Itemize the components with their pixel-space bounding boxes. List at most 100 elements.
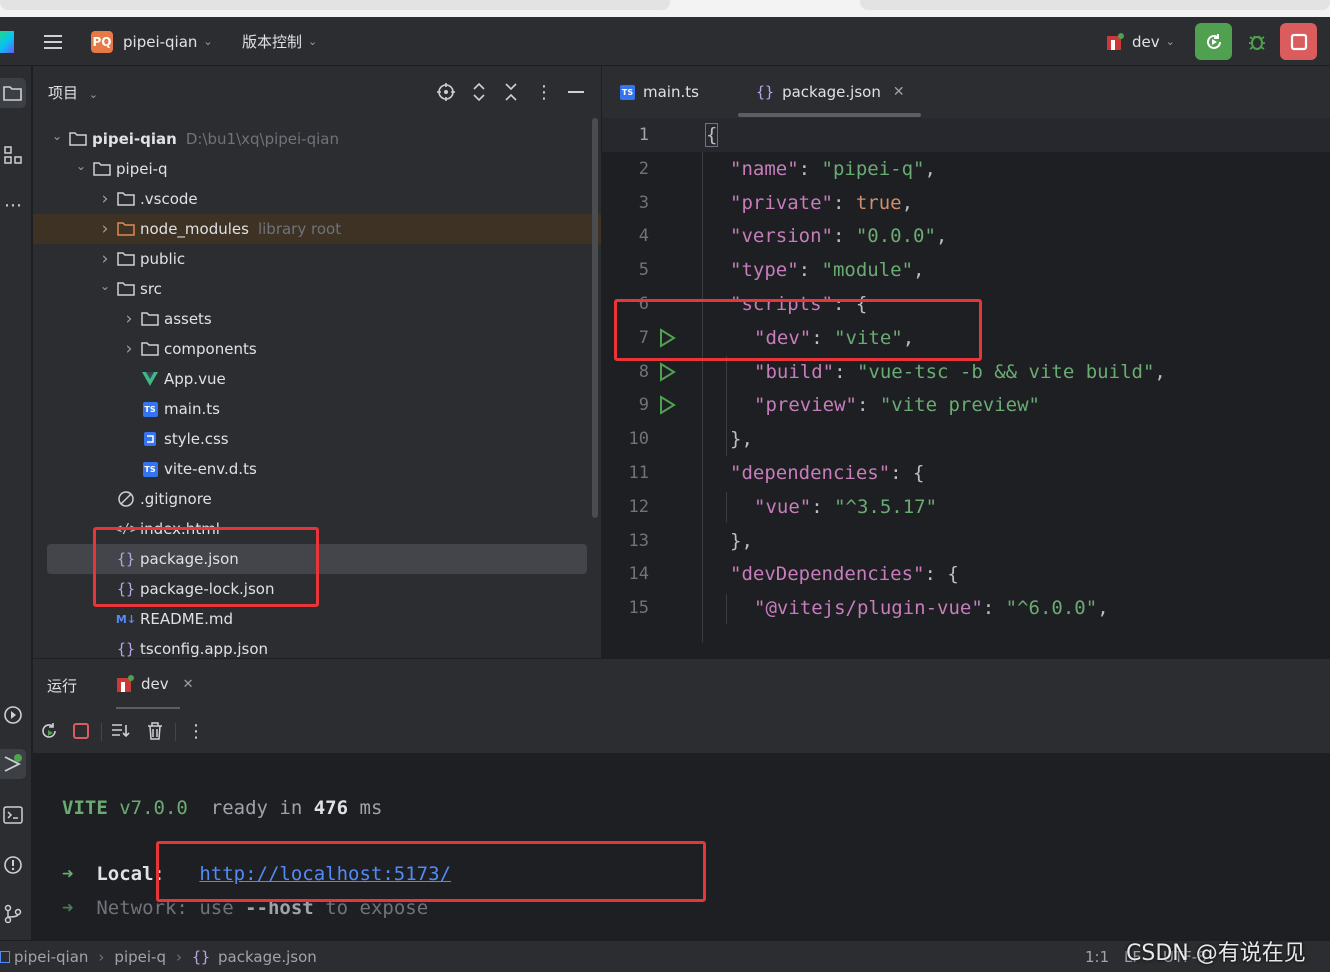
terminal-tool-button[interactable] bbox=[0, 800, 26, 830]
run-icon bbox=[4, 754, 22, 772]
chevron-down-icon[interactable]: ⌄ bbox=[97, 279, 113, 293]
tree-item[interactable]: › .vscode bbox=[33, 184, 601, 214]
code-text: "scripts": { bbox=[730, 293, 867, 315]
tab-main-ts[interactable]: TS main.ts bbox=[620, 66, 699, 118]
stop-icon[interactable] bbox=[69, 719, 93, 743]
code-line: 12 "vue": "^3.5.17" bbox=[602, 490, 1330, 524]
hide-panel-button[interactable] bbox=[564, 80, 588, 104]
code-line: 6 "scripts": { bbox=[602, 287, 1330, 321]
chevron-right-icon[interactable]: › bbox=[121, 339, 137, 359]
project-switcher[interactable]: PQ pipei-qian ⌄ bbox=[91, 17, 213, 66]
expand-all-button[interactable] bbox=[467, 80, 491, 104]
json-file-icon: {} bbox=[116, 580, 136, 598]
run-script-icon[interactable] bbox=[658, 328, 676, 348]
collapse-all-button[interactable] bbox=[499, 80, 523, 104]
tree-scrollbar[interactable] bbox=[592, 118, 598, 518]
chevron-right-icon[interactable]: › bbox=[97, 189, 113, 209]
tab-package-json[interactable]: {} package.json ✕ bbox=[756, 66, 905, 118]
rerun-icon[interactable] bbox=[37, 719, 61, 743]
run-config-label: dev bbox=[1132, 32, 1160, 51]
tree-item[interactable]: › node_modules library root bbox=[33, 214, 601, 244]
code-text: "vue": "^3.5.17" bbox=[754, 496, 937, 518]
console-line-network: ➜ Network: use --host to expose bbox=[62, 897, 429, 919]
minimize-icon bbox=[568, 91, 584, 93]
tree-item[interactable]: › assets bbox=[33, 304, 601, 334]
more-tools-icon[interactable]: ⋯ bbox=[0, 190, 26, 220]
code-punct: , bbox=[913, 259, 925, 282]
network-label: Network bbox=[96, 897, 177, 919]
vcs-menu[interactable]: 版本控制 ⌄ bbox=[242, 17, 317, 66]
caret-position[interactable]: 1:1 bbox=[1085, 948, 1109, 966]
run-tab-dev[interactable]: dev ✕ bbox=[116, 659, 194, 709]
breadcrumb-item[interactable]: pipei-q bbox=[114, 948, 166, 966]
tree-item[interactable]: </> index.html bbox=[33, 514, 601, 544]
tree-item-label: vite-env.d.ts bbox=[164, 460, 257, 478]
collapse-icon bbox=[505, 83, 517, 101]
tree-item-label: pipei-q bbox=[116, 160, 168, 178]
tree-item[interactable]: style.css bbox=[33, 424, 601, 454]
debug-button[interactable] bbox=[1238, 23, 1275, 60]
trash-icon[interactable] bbox=[143, 719, 167, 743]
chevron-down-icon: ⌄ bbox=[308, 35, 318, 48]
chevron-right-icon: › bbox=[175, 948, 182, 966]
json-key: "dependencies" bbox=[730, 462, 891, 484]
chevron-right-icon[interactable]: › bbox=[121, 309, 137, 329]
options-kebab-icon[interactable]: ⋮ bbox=[184, 719, 208, 743]
stop-button[interactable] bbox=[1280, 23, 1317, 60]
code-line: 10}, bbox=[602, 422, 1330, 456]
scroll-to-end-icon[interactable] bbox=[109, 719, 133, 743]
chevron-down-icon[interactable]: ⌄ bbox=[49, 129, 65, 143]
project-view-selector[interactable]: 项目 ⌄ bbox=[48, 82, 98, 103]
run-tool-button[interactable] bbox=[0, 749, 26, 779]
watermark: CSDN @有说在见 bbox=[1126, 941, 1306, 966]
json-value: "vite" bbox=[834, 326, 903, 349]
tree-item[interactable]: {} package.json bbox=[33, 544, 601, 574]
chevron-down-icon[interactable]: ⌄ bbox=[73, 159, 89, 173]
run-config-selector[interactable]: dev ⌄ bbox=[1106, 17, 1175, 66]
code-line: 14 "devDependencies": { bbox=[602, 557, 1330, 591]
local-url-link[interactable]: http://localhost:5173/ bbox=[199, 863, 451, 885]
indent-guide bbox=[726, 594, 727, 624]
services-tool-button[interactable] bbox=[0, 700, 26, 730]
tree-item-label: src bbox=[140, 280, 162, 298]
project-tool-button[interactable] bbox=[0, 78, 26, 108]
main-menu-button[interactable] bbox=[42, 17, 64, 66]
tree-item[interactable]: TS main.ts bbox=[33, 394, 601, 424]
code-punct: { bbox=[855, 293, 868, 315]
code-text: }, bbox=[730, 428, 753, 450]
run-script-icon[interactable] bbox=[658, 395, 676, 416]
git-tool-button[interactable] bbox=[0, 899, 26, 929]
locate-button[interactable] bbox=[434, 80, 458, 104]
tree-item[interactable]: ⌄ src bbox=[33, 274, 601, 304]
console-line-ready: VITE v7.0.0 ready in 476 ms bbox=[62, 793, 382, 823]
gitignore-file-icon bbox=[117, 490, 135, 508]
chevron-right-icon[interactable]: › bbox=[97, 219, 113, 239]
chevron-right-icon[interactable]: › bbox=[97, 249, 113, 269]
bug-icon bbox=[1248, 35, 1265, 50]
rerun-button[interactable] bbox=[1195, 23, 1232, 60]
run-script-icon[interactable] bbox=[658, 361, 676, 382]
close-tab-icon[interactable]: ✕ bbox=[893, 84, 905, 100]
close-tab-icon[interactable]: ✕ bbox=[183, 677, 194, 692]
breadcrumb-item[interactable]: pipei-qian bbox=[14, 948, 88, 966]
structure-tool-button[interactable] bbox=[0, 140, 26, 170]
chevron-down-icon: ⌄ bbox=[203, 35, 213, 48]
tree-item[interactable]: App.vue bbox=[33, 364, 601, 394]
tree-item[interactable]: › components bbox=[33, 334, 601, 364]
code-punct: : bbox=[832, 293, 856, 315]
tree-item[interactable]: ⌄ pipei-q bbox=[33, 154, 601, 184]
problems-tool-button[interactable] bbox=[0, 850, 26, 880]
tree-item[interactable]: › public bbox=[33, 244, 601, 274]
code-punct: , bbox=[935, 225, 948, 248]
npm-icon bbox=[1107, 32, 1124, 50]
options-kebab-icon[interactable]: ⋮ bbox=[532, 80, 556, 104]
tree-item[interactable]: TS vite-env.d.ts bbox=[33, 454, 601, 484]
breadcrumb-item[interactable]: package.json bbox=[218, 948, 317, 966]
code-line: 9 "preview": "vite preview" bbox=[602, 388, 1330, 422]
tree-item[interactable]: M↓ README.md bbox=[33, 604, 601, 634]
tree-item[interactable]: {} package-lock.json bbox=[33, 574, 601, 604]
tree-item[interactable]: ⌄ pipei-qian D:\bu1\xq\pipei-qian bbox=[33, 124, 601, 154]
code-text: "dev": "vite", bbox=[754, 327, 914, 349]
json-value: "pipei-q" bbox=[821, 157, 925, 180]
tree-item[interactable]: .gitignore bbox=[33, 484, 601, 514]
